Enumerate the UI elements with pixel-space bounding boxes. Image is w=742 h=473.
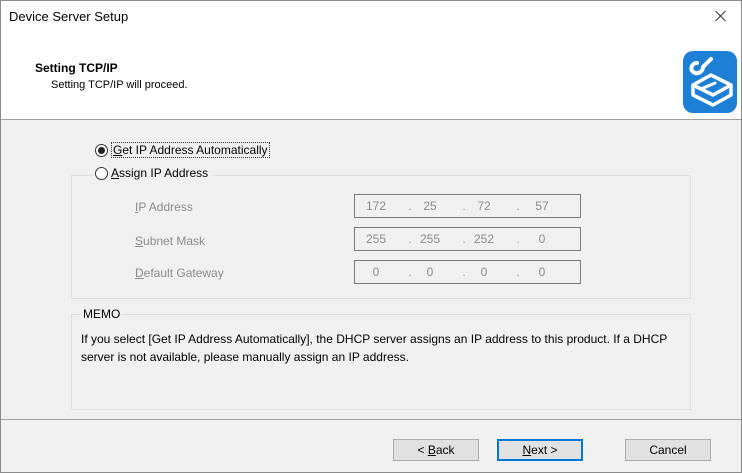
default-gateway-field[interactable]: 0 . 0 . 0 . 0 bbox=[354, 260, 581, 284]
title-bar[interactable]: Device Server Setup bbox=[1, 1, 741, 31]
ip-address-field[interactable]: 172 . 25 . 72 . 57 bbox=[354, 194, 581, 218]
radio-button[interactable] bbox=[95, 166, 108, 180]
step-subtitle: Setting TCP/IP will proceed. bbox=[51, 79, 188, 91]
default-gateway-label: Default Gateway bbox=[135, 266, 224, 280]
radio-button-selected[interactable] bbox=[95, 143, 108, 157]
memo-label: MEMO bbox=[81, 307, 123, 321]
setup-dialog: Device Server Setup Setting TCP/IP Setti… bbox=[0, 0, 742, 473]
radio-label-auto: Get IP Address Automatically bbox=[111, 142, 270, 158]
back-button[interactable]: < Back bbox=[393, 439, 479, 461]
wizard-header: Setting TCP/IP Setting TCP/IP will proce… bbox=[1, 31, 741, 120]
footer-divider bbox=[1, 419, 741, 420]
window-title: Device Server Setup bbox=[9, 9, 129, 24]
cancel-button[interactable]: Cancel bbox=[625, 439, 711, 461]
radio-get-ip-automatically[interactable]: Get IP Address Automatically bbox=[95, 142, 270, 158]
radio-label-assign: Assign IP Address bbox=[111, 166, 209, 180]
next-button[interactable]: Next > bbox=[497, 439, 583, 461]
network-settings-icon bbox=[683, 51, 737, 113]
radio-assign-ip-address[interactable]: Assign IP Address bbox=[93, 166, 215, 180]
ip-address-label: IP Address bbox=[135, 200, 193, 214]
step-title: Setting TCP/IP bbox=[35, 61, 118, 75]
memo-text: If you select [Get IP Address Automatica… bbox=[81, 332, 668, 364]
subnet-mask-field[interactable]: 255 . 255 . 252 . 0 bbox=[354, 227, 581, 251]
subnet-mask-label: Subnet Mask bbox=[135, 234, 206, 248]
close-icon[interactable] bbox=[701, 1, 741, 31]
